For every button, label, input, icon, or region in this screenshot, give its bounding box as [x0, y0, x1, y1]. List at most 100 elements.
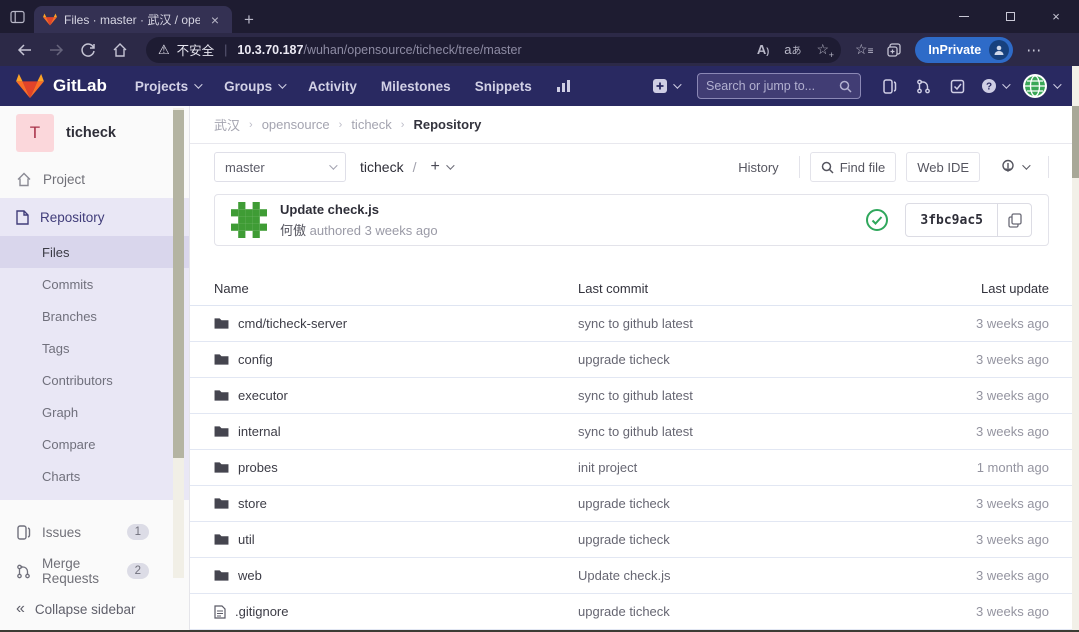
gitlab-brand[interactable]: GitLab — [16, 73, 107, 99]
table-row[interactable]: probes init project 1 month ago — [190, 450, 1079, 486]
breadcrumb-project[interactable]: ticheck — [351, 117, 391, 132]
breadcrumb: 武汉 › opensource › ticheck › Repository — [190, 106, 1079, 144]
nav-item-snippets[interactable]: Snippets — [463, 66, 544, 106]
favorites-icon[interactable]: ☆≡ — [855, 41, 873, 58]
sidebar-item-repository[interactable]: Repository — [0, 198, 189, 236]
history-button[interactable]: History — [728, 152, 788, 182]
table-row[interactable]: internal sync to github latest 3 weeks a… — [190, 414, 1079, 450]
branch-selector[interactable]: master — [214, 152, 346, 182]
address-input[interactable]: ⚠ 不安全 | 10.3.70.187/wuhan/opensource/tic… — [146, 37, 841, 63]
sidebar-item-merge-requests[interactable]: Merge Requests 2 — [0, 552, 189, 590]
nav-item-activity[interactable]: Activity — [296, 66, 369, 106]
sidebar-item-branches[interactable]: Branches — [0, 300, 189, 332]
forward-button[interactable] — [40, 36, 72, 64]
collapse-sidebar-button[interactable]: « Collapse sidebar — [0, 586, 189, 632]
commit-sha[interactable]: 3fbc9ac5 — [906, 204, 997, 236]
user-menu-button[interactable] — [1018, 70, 1063, 102]
translate-icon[interactable]: aあ — [784, 42, 801, 57]
home-button[interactable] — [104, 36, 136, 64]
table-row[interactable]: store upgrade ticheck 3 weeks ago — [190, 486, 1079, 522]
sidebar-scrollbar-thumb[interactable] — [173, 110, 184, 458]
add-favorite-icon[interactable]: ☆+ — [816, 41, 829, 58]
project-header[interactable]: T ticheck — [0, 106, 189, 160]
table-row[interactable]: web Update check.js 3 weeks ago — [190, 558, 1079, 594]
inprivate-badge[interactable]: InPrivate — [915, 37, 1013, 63]
browser-menu-icon[interactable]: ⋯ — [1026, 41, 1041, 59]
merge-requests-nav-icon[interactable] — [909, 70, 937, 102]
repo-path-root[interactable]: ticheck — [360, 159, 404, 175]
web-ide-button[interactable]: Web IDE — [906, 152, 980, 182]
global-search[interactable] — [697, 73, 861, 99]
sidebar-item-issues[interactable]: Issues 1 — [0, 512, 189, 552]
sidebar-item-commits[interactable]: Commits — [0, 268, 189, 300]
window-close-button[interactable]: × — [1033, 0, 1079, 33]
tab-title: Files · master · 武汉 / opensourc — [64, 11, 200, 28]
collections-icon[interactable] — [886, 42, 902, 58]
commit-author-avatar[interactable] — [231, 202, 267, 238]
window-minimize-button[interactable] — [941, 0, 987, 33]
breadcrumb-group[interactable]: 武汉 — [214, 115, 240, 134]
download-icon — [1000, 159, 1016, 175]
copy-sha-button[interactable] — [997, 204, 1031, 236]
chevron-down-icon — [1053, 80, 1061, 88]
sidebar-item-project[interactable]: Project — [0, 160, 189, 198]
project-avatar: T — [16, 114, 54, 152]
help-menu-button[interactable]: ? — [977, 70, 1012, 102]
search-icon — [821, 161, 834, 174]
inprivate-label: InPrivate — [928, 43, 981, 57]
folder-icon — [214, 353, 229, 366]
file-icon — [214, 605, 226, 619]
browser-tab[interactable]: Files · master · 武汉 / opensourc × — [34, 6, 232, 33]
charts-nav-icon[interactable] — [544, 66, 583, 106]
add-file-button[interactable]: + — [430, 158, 451, 176]
table-row[interactable]: config upgrade ticheck 3 weeks ago — [190, 342, 1079, 378]
issues-nav-icon[interactable] — [875, 70, 903, 102]
nav-item-groups[interactable]: Groups — [212, 66, 296, 106]
brand-name: GitLab — [53, 76, 107, 96]
merge-request-icon — [16, 564, 31, 579]
download-button[interactable] — [990, 152, 1038, 182]
tab-close-icon[interactable]: × — [207, 12, 223, 28]
back-button[interactable] — [8, 36, 40, 64]
find-file-button[interactable]: Find file — [810, 152, 897, 182]
nav-item-projects[interactable]: Projects — [123, 66, 212, 106]
window-maximize-button[interactable] — [987, 0, 1033, 33]
table-row[interactable]: cmd/ticheck-server sync to github latest… — [190, 306, 1079, 342]
profile-avatar-icon — [989, 40, 1009, 60]
sidebar-item-tags[interactable]: Tags — [0, 332, 189, 364]
page-scrollbar-thumb[interactable] — [1072, 106, 1079, 178]
sidebar-section-repository: Repository Files Commits Branches Tags C… — [0, 198, 189, 500]
nav-item-milestones[interactable]: Milestones — [369, 66, 463, 106]
page-scrollbar[interactable] — [1072, 66, 1079, 630]
tab-actions-icon[interactable] — [0, 0, 34, 33]
breadcrumb-separator: › — [401, 119, 405, 131]
commit-title[interactable]: Update check.js — [280, 202, 438, 217]
table-row[interactable]: util upgrade ticheck 3 weeks ago — [190, 522, 1079, 558]
folder-icon — [214, 425, 229, 438]
todos-nav-icon[interactable] — [943, 70, 971, 102]
sidebar-item-charts[interactable]: Charts — [0, 460, 189, 492]
folder-icon — [214, 497, 229, 510]
sidebar-item-compare[interactable]: Compare — [0, 428, 189, 460]
search-input[interactable] — [706, 79, 839, 93]
folder-icon — [214, 389, 229, 402]
read-aloud-icon[interactable]: A) — [757, 42, 769, 57]
svg-text:?: ? — [986, 82, 992, 93]
table-row[interactable]: executor sync to github latest 3 weeks a… — [190, 378, 1079, 414]
new-tab-button[interactable]: + — [232, 6, 266, 33]
sidebar-scrollbar[interactable] — [173, 108, 184, 578]
gitlab-favicon — [43, 13, 57, 26]
sidebar-item-graph[interactable]: Graph — [0, 396, 189, 428]
security-label: 不安全 — [177, 40, 215, 59]
pipeline-success-icon[interactable] — [865, 208, 889, 232]
table-row[interactable]: .gitignore upgrade ticheck 3 weeks ago — [190, 594, 1079, 630]
issues-icon — [16, 525, 31, 540]
sidebar-item-files[interactable]: Files — [0, 236, 189, 268]
sidebar-item-contributors[interactable]: Contributors — [0, 364, 189, 396]
new-menu-button[interactable] — [648, 70, 683, 102]
gitlab-logo-icon — [16, 73, 44, 99]
breadcrumb-subgroup[interactable]: opensource — [262, 117, 330, 132]
commit-author[interactable]: 何傲 — [280, 223, 306, 238]
breadcrumb-separator: › — [249, 119, 253, 131]
refresh-button[interactable] — [72, 36, 104, 64]
